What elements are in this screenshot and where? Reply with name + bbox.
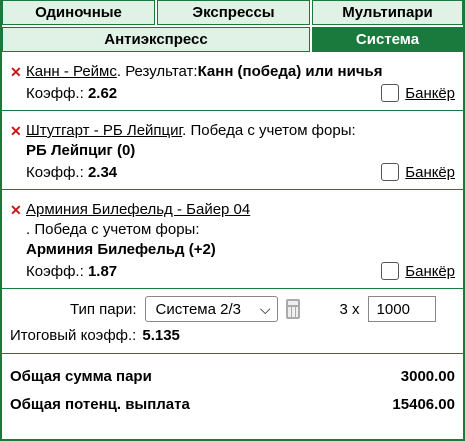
potential-payout-value: 15406.00 xyxy=(392,395,455,413)
banker-control[interactable]: Банкёр xyxy=(381,262,455,280)
betslip: Одиночные Экспрессы Мультипари Антиэкспр… xyxy=(0,0,465,441)
total-stake-value: 3000.00 xyxy=(400,367,455,385)
odds-value: 2.62 xyxy=(87,84,118,102)
pick-label: Арминия Билефельд (+2) xyxy=(26,241,216,258)
odds-label: Коэфф.: xyxy=(26,163,84,181)
total-odds-label: Итоговый коэфф.: xyxy=(10,326,137,344)
multiplier-label: 3 x xyxy=(339,300,360,318)
banker-control[interactable]: Банкёр xyxy=(381,84,455,102)
close-icon[interactable]: ✕ xyxy=(10,121,26,141)
tab-system[interactable]: Система xyxy=(312,27,463,52)
tabs-row-2: Антиэкспресс Система xyxy=(2,27,463,52)
tab-multi[interactable]: Мультипари xyxy=(312,0,463,25)
odds-label: Коэфф.: xyxy=(26,262,84,280)
banker-label[interactable]: Банкёр xyxy=(405,164,455,181)
market-label: . Победа с учетом форы: xyxy=(26,221,200,238)
bet-type-select[interactable]: Система 2/3 ⌵ xyxy=(144,296,278,322)
odds-value: 1.87 xyxy=(87,262,118,280)
pick-label: РБ Лейпциг (0) xyxy=(26,142,136,159)
banker-label[interactable]: Банкёр xyxy=(405,85,455,102)
market-label: . Результат: xyxy=(116,63,198,80)
tabs-row-1: Одиночные Экспрессы Мультипари xyxy=(2,0,463,25)
match-link[interactable]: Арминия Билефельд - Байер 04 xyxy=(26,200,250,220)
bet-item: ✕ Штутгарт - РБ Лейпциг. Победа с учетом… xyxy=(2,111,463,190)
tab-antiexpress[interactable]: Антиэкспресс xyxy=(2,27,310,52)
bet-type-label: Тип пари: xyxy=(70,300,137,318)
bet-item: ✕ Арминия Билефельд - Байер 04 . Победа … xyxy=(2,190,463,289)
total-stake-label: Общая сумма пари xyxy=(10,367,152,385)
calculator-icon[interactable] xyxy=(285,299,300,319)
banker-checkbox[interactable] xyxy=(381,84,400,102)
market-label: . Победа с учетом форы: xyxy=(182,122,356,139)
potential-payout-label: Общая потенц. выплата xyxy=(10,395,190,413)
bet-type-value: Система 2/3 xyxy=(155,300,241,318)
bet-item: ✕ Канн - Реймс. Результат:Канн (победа) … xyxy=(2,52,463,111)
banker-control[interactable]: Банкёр xyxy=(381,163,455,181)
pick-label: Канн (победа) или ничья xyxy=(197,63,383,80)
banker-checkbox[interactable] xyxy=(381,262,400,280)
tab-express[interactable]: Экспрессы xyxy=(157,0,310,25)
match-link[interactable]: Канн - Реймс xyxy=(26,63,117,80)
close-icon[interactable]: ✕ xyxy=(10,200,26,220)
banker-checkbox[interactable] xyxy=(381,163,400,181)
stake-input[interactable]: 1000 xyxy=(367,296,436,322)
match-link[interactable]: Штутгарт - РБ Лейпциг xyxy=(26,122,182,139)
odds-value: 2.34 xyxy=(87,163,118,181)
tab-singles[interactable]: Одиночные xyxy=(2,0,155,25)
total-odds-value: 5.135 xyxy=(142,326,180,344)
close-icon[interactable]: ✕ xyxy=(10,62,26,82)
summary: Общая сумма пари 3000.00 Общая потенц. в… xyxy=(2,354,463,426)
system-settings: Тип пари: Система 2/3 ⌵ 3 x 1000 Итоговы… xyxy=(2,289,463,354)
odds-label: Коэфф.: xyxy=(26,84,84,102)
banker-label[interactable]: Банкёр xyxy=(405,263,455,280)
chevron-down-icon: ⌵ xyxy=(259,300,271,317)
